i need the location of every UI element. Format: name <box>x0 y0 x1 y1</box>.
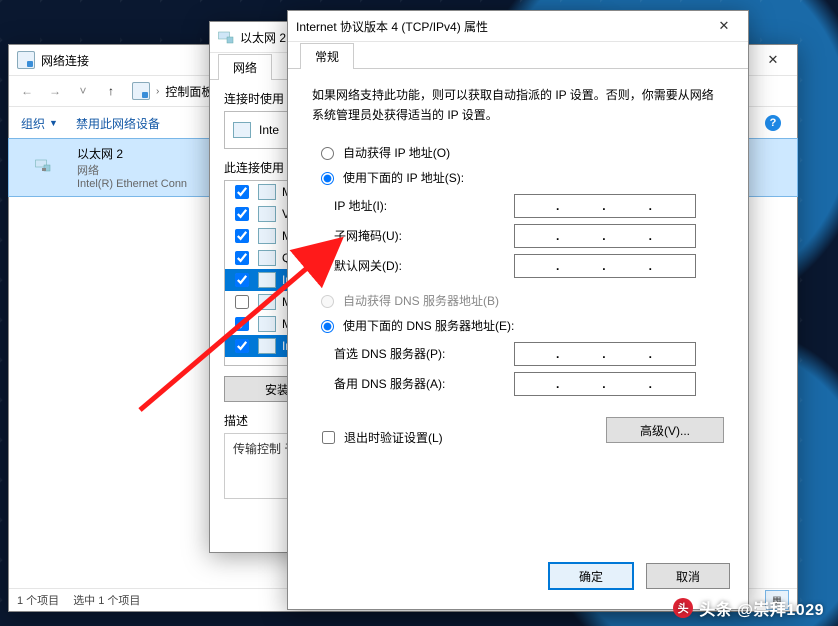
nav-up-button[interactable]: ↑ <box>99 79 123 103</box>
advanced-button[interactable]: 高级(V)... <box>606 417 724 443</box>
gateway-input[interactable]: ... <box>514 254 696 278</box>
nav-back-button[interactable]: ← <box>15 79 39 103</box>
gateway-label: 默认网关(D): <box>334 257 514 274</box>
chevron-right-icon: › <box>156 86 159 97</box>
status-item-count: 1 个项目 <box>17 592 59 608</box>
subnet-mask-input[interactable]: ... <box>514 224 696 248</box>
dns1-label: 首选 DNS 服务器(P): <box>334 345 514 362</box>
protocol-icon <box>258 316 276 332</box>
radio-manual-ip[interactable]: 使用下面的 IP 地址(S): <box>316 169 726 186</box>
breadcrumb[interactable]: 控制面板 <box>165 83 213 100</box>
validate-on-exit-checkbox[interactable]: 退出时验证设置(L) <box>318 428 443 447</box>
network-icon <box>17 51 35 69</box>
protocol-checkbox[interactable] <box>235 185 249 199</box>
protocol-checkbox[interactable] <box>235 229 249 243</box>
protocol-icon <box>258 338 276 354</box>
dns2-label: 备用 DNS 服务器(A): <box>334 375 514 392</box>
organize-menu[interactable]: 组织 ▼ <box>21 115 58 132</box>
radio-auto-ip[interactable]: 自动获得 IP 地址(O) <box>316 144 726 161</box>
protocol-checkbox[interactable] <box>235 251 249 265</box>
subnet-mask-label: 子网掩码(U): <box>334 227 514 244</box>
adapter-icon <box>233 122 251 138</box>
protocol-icon <box>258 294 276 310</box>
protocol-checkbox[interactable] <box>235 317 249 331</box>
disable-device-button[interactable]: 禁用此网络设备 <box>76 115 160 132</box>
ipv4-title: Internet 协议版本 4 (TCP/IPv4) 属性 <box>296 18 696 35</box>
adapter-name: 以太网 2 <box>77 145 187 162</box>
tab-network[interactable]: 网络 <box>218 54 272 80</box>
protocol-icon <box>258 250 276 266</box>
protocol-checkbox[interactable] <box>235 339 249 353</box>
dns1-input[interactable]: ... <box>514 342 696 366</box>
ethernet-adapter-icon <box>19 145 67 185</box>
close-button[interactable]: ✕ <box>751 46 795 74</box>
protocol-icon <box>258 206 276 222</box>
ip-address-input[interactable]: ... <box>514 194 696 218</box>
protocol-icon <box>258 272 276 288</box>
protocol-icon <box>258 184 276 200</box>
ipv4-titlebar: Internet 协议版本 4 (TCP/IPv4) 属性 ✕ <box>288 11 748 42</box>
tab-general[interactable]: 常规 <box>300 43 354 69</box>
ok-button[interactable]: 确定 <box>548 562 634 590</box>
protocol-icon <box>258 228 276 244</box>
radio-auto-dns: 自动获得 DNS 服务器地址(B) <box>316 292 726 309</box>
help-button[interactable]: ? <box>761 111 785 135</box>
nav-forward-button[interactable]: → <box>43 79 67 103</box>
protocol-checkbox[interactable] <box>235 295 249 309</box>
protocol-checkbox[interactable] <box>235 273 249 287</box>
ipv4-info-text: 如果网络支持此功能，则可以获取自动指派的 IP 设置。否则，你需要从网络系统管理… <box>312 85 724 126</box>
protocol-checkbox[interactable] <box>235 207 249 221</box>
adapter-device: Intel(R) Ethernet Conn <box>77 178 187 190</box>
cancel-button[interactable]: 取消 <box>646 563 730 589</box>
dns2-input[interactable]: ... <box>514 372 696 396</box>
nav-recent-button[interactable]: ˅ <box>71 79 95 103</box>
adapter-status: 网络 <box>77 162 187 178</box>
ip-address-label: IP 地址(I): <box>334 197 514 214</box>
radio-manual-dns[interactable]: 使用下面的 DNS 服务器地址(E): <box>316 317 726 334</box>
network-icon <box>132 82 150 100</box>
close-button[interactable]: ✕ <box>702 12 746 40</box>
watermark: 头头条 @崇拜1029 <box>673 596 824 620</box>
status-selected-count: 选中 1 个项目 <box>73 592 140 608</box>
ethernet-icon <box>218 29 234 45</box>
